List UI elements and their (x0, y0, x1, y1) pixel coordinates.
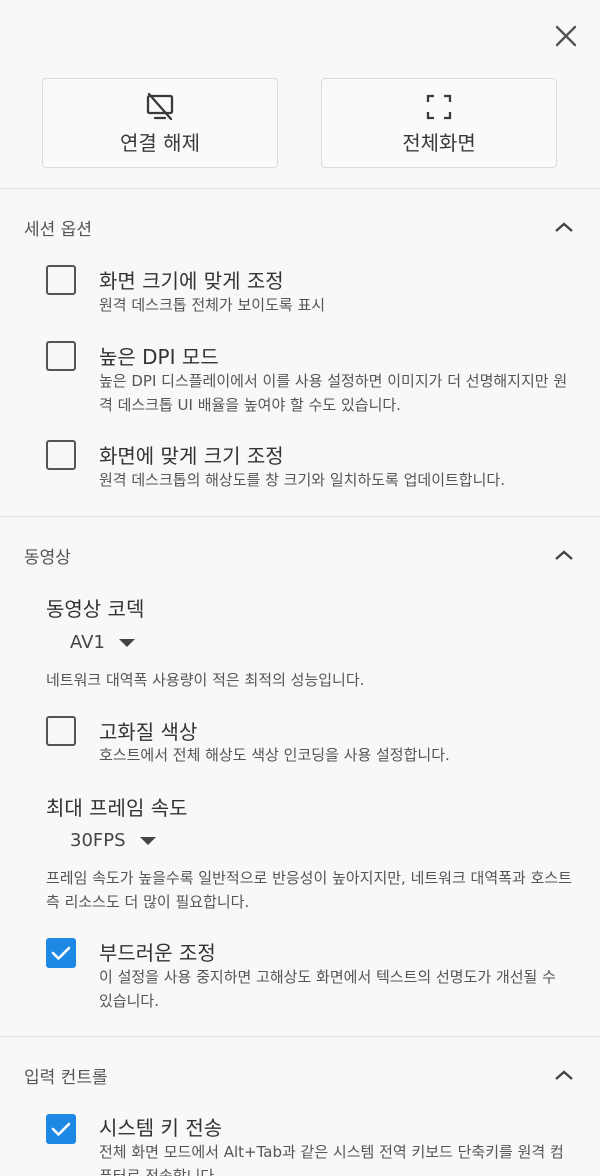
smooth-scaling-desc: 이 설정을 사용 중지하면 고해상도 화면에서 텍스트의 선명도가 개선될 수 … (99, 968, 556, 1010)
fit-screen-checkbox[interactable] (46, 265, 76, 295)
send-system-keys-checkbox[interactable] (46, 1114, 76, 1144)
resize-to-fit-title: 화면에 맞게 크기 조정 (99, 444, 284, 468)
chevron-up-icon (552, 1063, 576, 1087)
close-button[interactable] (546, 16, 586, 56)
resize-to-fit-checkbox[interactable] (46, 440, 76, 470)
chevron-up-icon (552, 543, 576, 567)
close-icon (555, 25, 577, 47)
resize-to-fit-desc: 원격 데스크톱의 해상도를 창 크기와 일치하도록 업데이트합니다. (99, 471, 505, 489)
send-system-keys-desc: 전체 화면 모드에서 Alt+Tab과 같은 시스템 전역 키보드 단축키를 원… (99, 1143, 564, 1176)
framerate-select[interactable]: 30FPS (70, 830, 156, 851)
high-quality-color-title: 고화질 색상 (99, 720, 198, 744)
framerate-value: 30FPS (70, 830, 126, 851)
send-system-keys-title: 시스템 키 전송 (99, 1116, 223, 1140)
codec-title: 동영상 코덱 (46, 597, 145, 621)
fullscreen-label: 전체화면 (402, 130, 476, 155)
disconnect-label: 연결 해제 (120, 130, 200, 155)
codec-value: AV1 (70, 632, 105, 653)
smooth-scaling-title: 부드러운 조정 (99, 941, 216, 965)
high-quality-color-checkbox[interactable] (46, 716, 76, 746)
dropdown-caret-icon (139, 836, 156, 845)
codec-note: 네트워크 대역폭 사용량이 적은 최적의 성능입니다. (46, 671, 365, 689)
divider (0, 516, 600, 517)
fullscreen-icon (423, 91, 455, 123)
chevron-up-icon (552, 215, 576, 239)
fullscreen-button[interactable]: 전체화면 (321, 78, 557, 168)
section-session-header[interactable]: 세션 옵션 (24, 212, 576, 242)
codec-select[interactable]: AV1 (70, 632, 135, 653)
section-input-title: 입력 컨트롤 (24, 1067, 108, 1088)
high-dpi-title: 높은 DPI 모드 (99, 345, 219, 369)
fit-screen-desc: 원격 데스크톱 전체가 보이도록 표시 (99, 296, 326, 314)
high-quality-color-desc: 호스트에서 전체 해상도 색상 인코딩을 사용 설정합니다. (99, 746, 450, 764)
section-session-title: 세션 옵션 (24, 219, 92, 240)
section-input-header[interactable]: 입력 컨트롤 (24, 1060, 576, 1090)
high-dpi-desc: 높은 DPI 디스플레이에서 이를 사용 설정하면 이미지가 더 선명해지지만 … (99, 372, 568, 414)
divider (0, 188, 600, 189)
framerate-title: 최대 프레임 속도 (46, 796, 188, 820)
smooth-scaling-checkbox[interactable] (46, 938, 76, 968)
divider (0, 1036, 600, 1037)
section-video-header[interactable]: 동영상 (24, 540, 576, 570)
checkmark-icon (51, 946, 71, 960)
disconnect-button[interactable]: 연결 해제 (42, 78, 278, 168)
fit-screen-title: 화면 크기에 맞게 조정 (99, 269, 284, 293)
disconnect-icon (144, 91, 176, 123)
framerate-note: 프레임 속도가 높을수록 일반적으로 반응성이 높아지지만, 네트워크 대역폭과… (46, 869, 572, 911)
section-video-title: 동영상 (24, 547, 71, 568)
dropdown-caret-icon (118, 638, 135, 647)
high-dpi-checkbox[interactable] (46, 341, 76, 371)
checkmark-icon (51, 1122, 71, 1136)
